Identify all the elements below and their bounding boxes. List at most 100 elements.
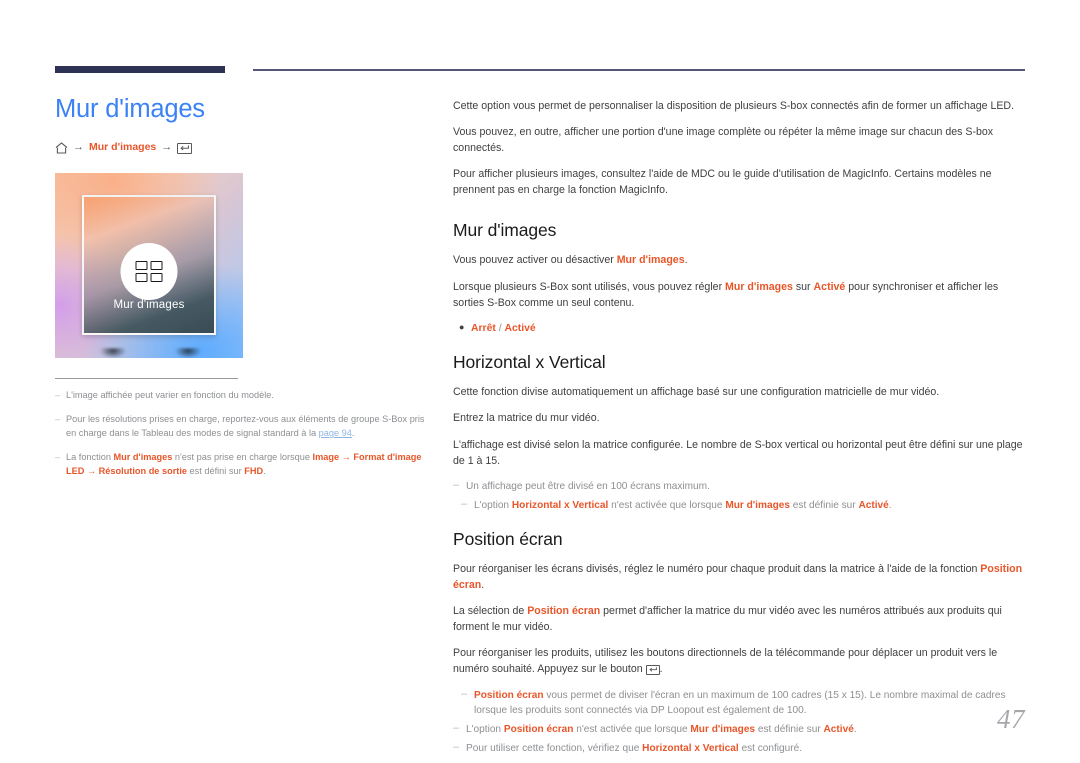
content-section: Horizontal x Vertical Cette fonction divi…: [453, 352, 1025, 513]
section-paragraph: Lorsque plusieurs S-Box sont utilisés, v…: [453, 279, 1025, 311]
text-run: n'est pas prise en charge lorsque: [172, 452, 313, 463]
text-run: Position écran: [503, 723, 574, 735]
text-run: Activé: [813, 280, 846, 293]
header-rule-thin: [253, 69, 1025, 71]
text-run: Pour réorganiser les produits, utilisez …: [453, 647, 998, 676]
breadcrumb-arrow-1: →: [73, 141, 84, 154]
intro-paragraph: Cette option vous permet de personnalise…: [453, 100, 1015, 112]
text-run: .: [481, 579, 485, 592]
text-run: →: [339, 452, 354, 463]
text-run: Image: [312, 452, 340, 463]
intro-paragraph: Vous pouvez, en outre, afficher une port…: [453, 126, 994, 155]
section-paragraph: Entrez la matrice du mur vidéo.: [453, 410, 1025, 426]
note-text: Un affichage peut être divisé en 100 écr…: [466, 479, 1025, 494]
text-run: L'option: [466, 723, 504, 735]
section-heading: Mur d'images: [453, 220, 557, 241]
note-item: – Un affichage peut être divisé en 100 éc…: [453, 479, 1025, 494]
breadcrumb-item-mur-d-images[interactable]: Mur d'images: [89, 141, 156, 153]
text-run: sur: [792, 280, 814, 293]
text-run: Lorsque plusieurs S-Box sont utilisés, v…: [453, 280, 726, 293]
text-run: Cette fonction divise automatiquement un…: [453, 386, 940, 399]
text-run: La fonction: [66, 452, 114, 463]
note-item: – L'option Horizontal x Vertical n'est ac…: [461, 498, 1025, 513]
note-dash-icon: –: [453, 741, 460, 753]
title-rule-thick: [55, 66, 225, 73]
note-item: – L'option Position écran n'est activée q…: [453, 722, 1025, 737]
note-text: Position écran vous permet de diviser l'…: [474, 688, 1025, 718]
note-dash-icon: –: [453, 478, 460, 491]
text-run: Résolution de sortie: [98, 466, 187, 477]
text-run: Vous pouvez activer ou désactiver: [453, 254, 617, 267]
note-item: – Pour utiliser cette fonction, vérifiez …: [453, 741, 1025, 756]
breadcrumb[interactable]: → Mur d'images →: [55, 141, 435, 154]
text-run: L'affichage est divisé selon la matrice …: [453, 438, 1023, 467]
thumbnail-screen: Mur d'images: [82, 195, 216, 336]
text-run: .: [263, 466, 266, 477]
text-run: Pour les résolutions prises en charge, r…: [66, 414, 425, 439]
content-section: Mur d'images Vous pouvez activer ou désac…: [453, 220, 1025, 336]
footnote-list: – L'image affichée peut varier en fonctio…: [55, 389, 435, 479]
feature-thumbnail: Mur d'images: [55, 173, 243, 359]
text-run: .: [351, 428, 355, 439]
text-run: est configuré.: [738, 743, 803, 754]
text-run: vous permet de diviser l'écran en un max…: [474, 689, 1006, 716]
enter-key-icon[interactable]: [177, 142, 193, 154]
text-run: Horizontal x Vertical: [642, 743, 739, 754]
footnote-dash: –: [55, 414, 61, 425]
footnote-divider: [55, 378, 238, 380]
breadcrumb-arrow-2: →: [161, 141, 173, 154]
home-icon[interactable]: [55, 142, 68, 154]
text-run: n'est activée que lorsque: [608, 499, 726, 511]
text-run: Un affichage peut être divisé en 100 écr…: [466, 480, 710, 492]
text-run: Mur d'images: [616, 254, 685, 267]
text-run: La sélection de: [453, 605, 528, 618]
text-run: n'est activée que lorsque: [573, 723, 691, 735]
footnote-text: L'image affichée peut varier en fonction…: [66, 389, 435, 403]
section-heading: Horizontal x Vertical: [453, 352, 606, 373]
bullet-dot-icon: ●: [459, 321, 465, 332]
note-dash-icon: –: [461, 687, 468, 700]
text-run: Horizontal x Vertical: [511, 499, 609, 511]
note-list: – Position écran vous permet de diviser l…: [453, 688, 1025, 757]
section-paragraph: Pour réorganiser les écrans divisés, rég…: [453, 561, 1025, 593]
footnote-text: La fonction Mur d'images n'est pas prise…: [66, 451, 435, 479]
text-run: Activé: [858, 499, 889, 511]
four-panel-grid-icon: [135, 261, 163, 283]
intro-block: Cette option vous permet de personnalise…: [453, 98, 1025, 198]
thumbnail-label: Mur d'images: [113, 299, 185, 312]
right-column: Cette option vous permet de personnalise…: [453, 98, 1025, 760]
option-bullet-text: Arrêt / Activé: [471, 321, 536, 337]
section-paragraph: Cette fonction divise automatiquement un…: [453, 384, 1025, 400]
text-run: Pour utiliser cette fonction, vérifiez q…: [466, 743, 643, 754]
left-column: Mur d'images → Mur d'images → Mur d'imag…: [55, 95, 435, 489]
footnote-text: Pour les résolutions prises en charge, r…: [66, 413, 435, 441]
text-run: Activé: [823, 723, 854, 735]
text-run: est définie sur: [755, 723, 824, 735]
note-text: Pour utiliser cette fonction, vérifiez q…: [466, 741, 1025, 756]
note-dash-icon: –: [461, 497, 468, 510]
footnote-dash: –: [55, 390, 61, 401]
text-run: .: [684, 254, 688, 267]
text-run: L'option: [474, 499, 512, 511]
option-bullet-list: ● Arrêt / Activé: [453, 321, 1025, 337]
text-run: Arrêt: [471, 322, 496, 334]
inline-link[interactable]: page 94: [319, 428, 352, 438]
section-paragraph: Vous pouvez activer ou désactiver Mur d'…: [453, 252, 1025, 268]
enter-key-icon: [645, 664, 660, 675]
note-dash-icon: –: [453, 721, 460, 734]
text-run: est défini sur: [187, 466, 245, 477]
footnote-dash: –: [55, 452, 61, 463]
footnote-item: – Pour les résolutions prises en charge, …: [55, 413, 435, 441]
text-run: est définie sur: [789, 499, 859, 511]
thumbnail-icon-circle: [120, 243, 178, 301]
text-run: Mur d'images: [690, 723, 756, 735]
text-run: Mur d'images: [725, 499, 790, 511]
option-bullet-item: ● Arrêt / Activé: [453, 321, 1025, 337]
thumbnail-stand-right: [175, 348, 201, 359]
text-run: Entrez la matrice du mur vidéo.: [453, 412, 600, 425]
text-run: Position écran: [474, 689, 544, 701]
intro-paragraph: Pour afficher plusieurs images, consulte…: [453, 168, 992, 197]
thumbnail-stand-left: [100, 348, 126, 359]
text-run: Mur d'images: [725, 280, 793, 293]
text-run: .: [888, 499, 892, 511]
